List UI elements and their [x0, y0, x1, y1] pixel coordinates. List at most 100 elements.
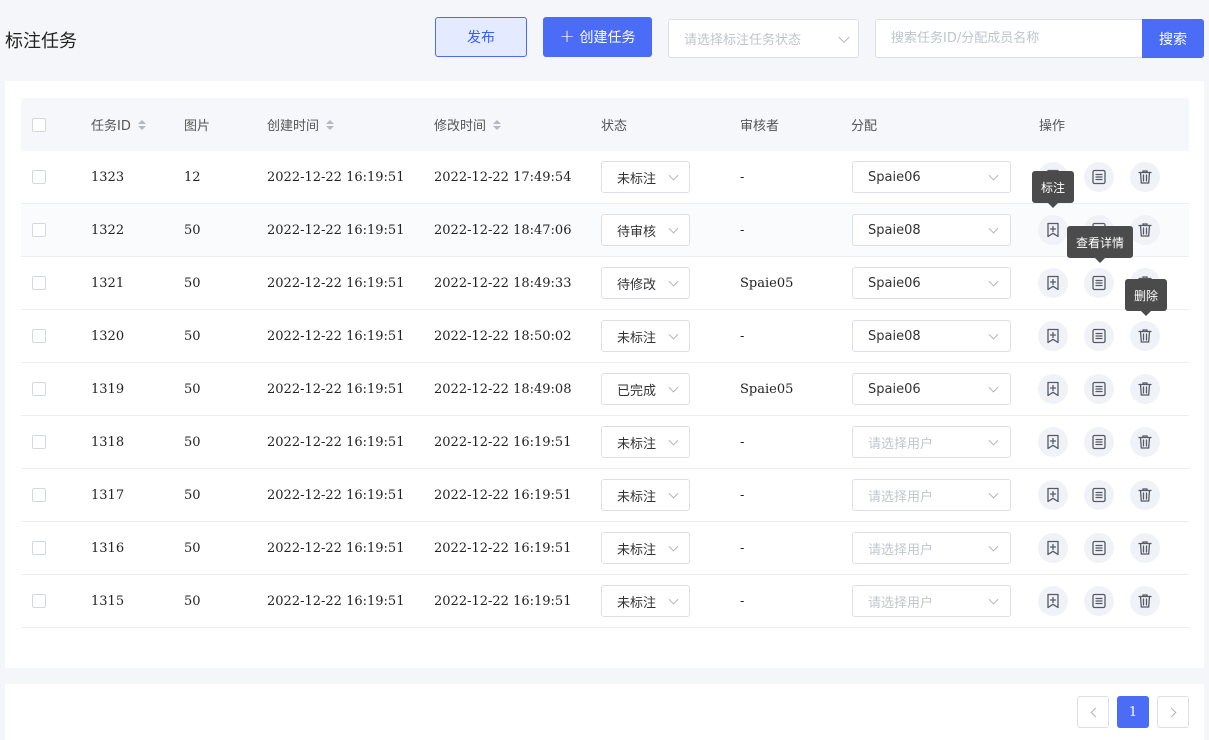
- row-checkbox[interactable]: [32, 170, 46, 184]
- annotate-button[interactable]: [1038, 586, 1068, 616]
- sort-icon[interactable]: [137, 119, 146, 130]
- sort-icon[interactable]: [326, 119, 335, 130]
- row-checkbox[interactable]: [32, 594, 46, 608]
- assignee-select[interactable]: 请选择用户: [852, 585, 1011, 617]
- annotate-button[interactable]: [1038, 215, 1068, 245]
- delete-button[interactable]: [1130, 374, 1160, 404]
- assignee-select[interactable]: Spaie06: [852, 373, 1011, 405]
- image-count: 50: [184, 434, 201, 450]
- annotate-button[interactable]: [1038, 533, 1068, 563]
- reviewer: -: [740, 593, 745, 609]
- annotate-button[interactable]: [1038, 321, 1068, 351]
- row-checkbox[interactable]: [32, 329, 46, 343]
- assignee-select[interactable]: Spaie06: [852, 267, 1011, 299]
- row-status-select[interactable]: 未标注: [601, 585, 690, 617]
- view-details-button[interactable]: [1084, 533, 1114, 563]
- next-page-button[interactable]: [1157, 696, 1189, 728]
- page-number-current[interactable]: 1: [1117, 696, 1149, 728]
- view-details-button[interactable]: [1084, 586, 1114, 616]
- delete-button[interactable]: [1130, 215, 1160, 245]
- create-task-button[interactable]: + 创建任务: [543, 17, 652, 57]
- row-actions: [1038, 533, 1160, 563]
- document-list-icon: [1090, 433, 1108, 451]
- delete-button[interactable]: [1130, 427, 1160, 457]
- status-filter-select[interactable]: 请选择标注任务状态: [668, 19, 859, 58]
- row-checkbox[interactable]: [32, 382, 46, 396]
- created-time: 2022-12-22 16:19:51: [267, 487, 405, 503]
- created-time: 2022-12-22 16:19:51: [267, 328, 405, 344]
- row-checkbox-cell: [32, 257, 46, 309]
- select-all-cell: [32, 98, 46, 151]
- column-header-assign: 分配: [851, 119, 878, 134]
- assignee-select[interactable]: Spaie08: [852, 214, 1011, 246]
- row-status-select[interactable]: 未标注: [601, 532, 690, 564]
- column-header-id[interactable]: 任务ID: [91, 98, 146, 151]
- view-details-button[interactable]: [1084, 268, 1114, 298]
- assignee-select[interactable]: Spaie06: [852, 161, 1011, 193]
- delete-button[interactable]: [1130, 480, 1160, 510]
- column-header-modified[interactable]: 修改时间: [434, 98, 502, 151]
- annotate-button[interactable]: [1038, 268, 1068, 298]
- delete-button[interactable]: [1130, 533, 1160, 563]
- row-checkbox[interactable]: [32, 276, 46, 290]
- publish-button[interactable]: 发布: [435, 17, 527, 57]
- row-status-select[interactable]: 待修改: [601, 267, 690, 299]
- delete-button[interactable]: [1130, 321, 1160, 351]
- delete-button[interactable]: [1130, 586, 1160, 616]
- task-id: 1321: [91, 275, 125, 291]
- assignee-select[interactable]: 请选择用户: [852, 426, 1011, 458]
- document-list-icon: [1090, 486, 1108, 504]
- row-status-select[interactable]: 未标注: [601, 426, 690, 458]
- modified-time: 2022-12-22 16:19:51: [434, 540, 572, 556]
- reviewer: -: [740, 169, 745, 185]
- search-input[interactable]: [875, 19, 1143, 58]
- row-checkbox[interactable]: [32, 488, 46, 502]
- chevron-right-icon: [1166, 707, 1176, 717]
- view-details-button[interactable]: [1084, 480, 1114, 510]
- table-row: 1323 12 2022-12-22 16:19:51 2022-12-22 17:4…: [21, 151, 1189, 204]
- row-status-select[interactable]: 未标注: [601, 479, 690, 511]
- table-header: 任务ID 图片 创建时间 修改时间 状态 审核者 分配 操作: [21, 98, 1189, 151]
- created-time: 2022-12-22 16:19:51: [267, 275, 405, 291]
- annotate-button[interactable]: [1038, 480, 1068, 510]
- annotate-button[interactable]: [1038, 427, 1068, 457]
- row-status-select[interactable]: 未标注: [601, 320, 690, 352]
- image-count: 50: [184, 328, 201, 344]
- sort-icon[interactable]: [493, 119, 502, 130]
- row-checkbox[interactable]: [32, 435, 46, 449]
- column-header-created[interactable]: 创建时间: [267, 98, 335, 151]
- delete-button[interactable]: [1130, 162, 1160, 192]
- chevron-down-icon: [988, 329, 999, 340]
- assignee-select[interactable]: 请选择用户: [852, 479, 1011, 511]
- image-count: 50: [184, 222, 201, 238]
- modified-time: 2022-12-22 18:47:06: [434, 222, 572, 238]
- annotate-button[interactable]: [1038, 374, 1068, 404]
- assignee-select[interactable]: Spaie08: [852, 320, 1011, 352]
- created-time: 2022-12-22 16:19:51: [267, 593, 405, 609]
- view-details-button[interactable]: [1084, 321, 1114, 351]
- view-details-button[interactable]: [1084, 162, 1114, 192]
- row-status-select[interactable]: 已完成: [601, 373, 690, 405]
- chevron-down-icon: [838, 31, 850, 43]
- assignee-value: 请选择用户: [868, 542, 934, 558]
- table-row: 1317 50 2022-12-22 16:19:51 2022-12-22 16:1…: [21, 469, 1189, 522]
- document-list-icon: [1090, 592, 1108, 610]
- row-actions: [1038, 480, 1160, 510]
- row-status-select[interactable]: 待审核: [601, 214, 690, 246]
- select-all-checkbox[interactable]: [32, 117, 46, 132]
- row-checkbox-cell: [32, 151, 46, 203]
- assignee-value: 请选择用户: [868, 436, 934, 452]
- row-checkbox[interactable]: [32, 541, 46, 555]
- row-checkbox[interactable]: [32, 223, 46, 237]
- row-status-select[interactable]: 未标注: [601, 161, 690, 193]
- bookmark-plus-icon: [1044, 380, 1062, 398]
- prev-page-button[interactable]: [1077, 696, 1109, 728]
- view-details-button[interactable]: [1084, 374, 1114, 404]
- pagination: 1: [5, 684, 1204, 740]
- row-checkbox-cell: [32, 204, 46, 256]
- assignee-select[interactable]: 请选择用户: [852, 532, 1011, 564]
- created-time: 2022-12-22 16:19:51: [267, 381, 405, 397]
- search-button[interactable]: 搜索: [1142, 19, 1204, 58]
- row-actions: [1038, 374, 1160, 404]
- view-details-button[interactable]: [1084, 427, 1114, 457]
